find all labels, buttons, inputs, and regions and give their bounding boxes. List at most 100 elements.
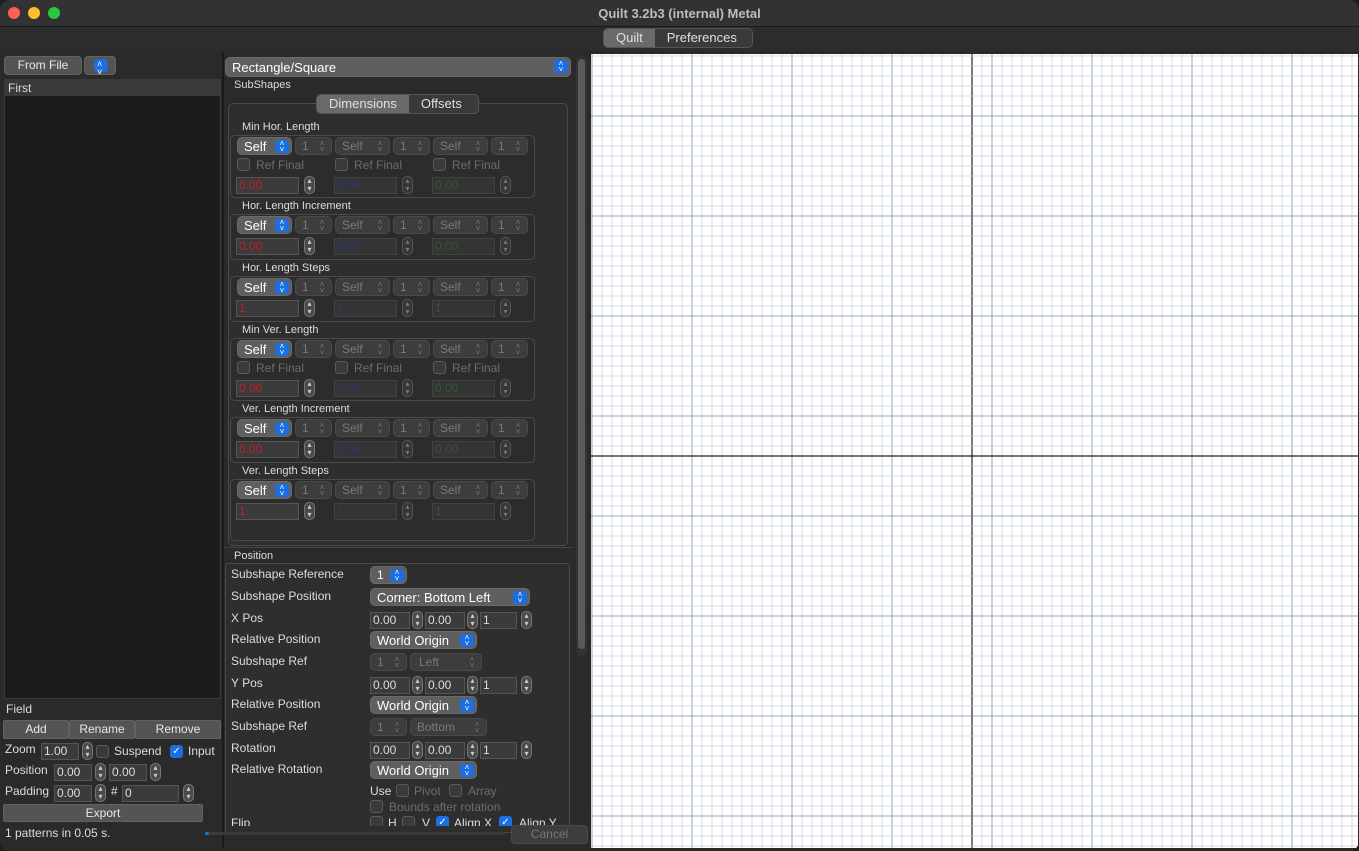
ref-index-select[interactable]: 1 ˄ ˅ xyxy=(295,419,332,437)
ref-index-select[interactable]: 1 ˄ ˅ xyxy=(393,278,430,296)
ref-select[interactable]: Self ˄ ˅ xyxy=(237,481,292,499)
dimension-value-input[interactable]: 1 xyxy=(432,503,495,520)
dimension-value-stepper[interactable]: ▴ ▾ xyxy=(304,440,315,458)
dimension-value-input[interactable]: 0.00 xyxy=(334,238,397,255)
ref-final-checkbox[interactable] xyxy=(433,158,446,171)
from-file-menu[interactable]: ˄ ˅ xyxy=(84,56,116,77)
dimension-value-stepper[interactable]: ▴ ▾ xyxy=(500,237,511,255)
ref-index-select[interactable]: 1 ˄ ˅ xyxy=(295,137,332,155)
dimension-value-input[interactable]: 1 xyxy=(236,503,299,520)
ref-index-select[interactable]: 1 ˄ ˅ xyxy=(491,137,528,155)
tab-preferences[interactable]: Preferences xyxy=(655,29,749,47)
xpos-input-c[interactable]: 1 xyxy=(480,612,517,629)
ref-select-dim[interactable]: Self ˄ ˅ xyxy=(433,340,488,358)
dimension-value-input[interactable]: 0.00 xyxy=(236,441,299,458)
hash-stepper[interactable]: ▴ ▾ xyxy=(183,784,194,802)
padding-input[interactable]: 0.00 xyxy=(54,785,92,802)
scrollbar-track[interactable] xyxy=(576,56,587,656)
ref-index-select[interactable]: 1 ˄ ˅ xyxy=(393,419,430,437)
pattern-list[interactable]: First xyxy=(4,79,221,699)
subshape-position-select[interactable]: Corner: Bottom Left ˄ ˅ xyxy=(370,588,530,606)
ypos-stepper-c[interactable]: ▴ ▾ xyxy=(521,676,532,694)
ref-select-dim[interactable]: Self ˄ ˅ xyxy=(335,481,390,499)
shape-type-select[interactable]: Rectangle/Square ˄ ˅ xyxy=(225,57,571,77)
from-file-button[interactable]: From File xyxy=(4,56,82,75)
zoom-input[interactable]: 1.00 xyxy=(41,743,79,760)
scrollbar-thumb[interactable] xyxy=(578,59,585,649)
subref2-num-select[interactable]: 1 ˄ ˅ xyxy=(370,718,407,736)
ref-index-select[interactable]: 1 ˄ ˅ xyxy=(393,340,430,358)
ref-select-dim[interactable]: Self ˄ ˅ xyxy=(335,216,390,234)
dimension-value-input[interactable]: 0.00 xyxy=(334,177,397,194)
padding-stepper[interactable]: ▴ ▾ xyxy=(95,784,106,802)
subref1-num-select[interactable]: 1 ˄ ˅ xyxy=(370,653,407,671)
xpos-stepper-c[interactable]: ▴ ▾ xyxy=(521,611,532,629)
tab-dimensions[interactable]: Dimensions xyxy=(317,95,409,113)
dimension-value-input[interactable]: 0.00 xyxy=(236,177,299,194)
rotation-input-c[interactable]: 1 xyxy=(480,742,517,759)
xpos-stepper-b[interactable]: ▴ ▾ xyxy=(467,611,478,629)
ref-final-checkbox[interactable] xyxy=(237,361,250,374)
ref-index-select[interactable]: 1 ˄ ˅ xyxy=(393,137,430,155)
tab-offsets[interactable]: Offsets xyxy=(409,95,474,113)
pattern-canvas[interactable] xyxy=(591,54,1358,848)
export-button[interactable]: Export xyxy=(3,804,203,822)
ypos-input-c[interactable]: 1 xyxy=(480,677,517,694)
dimension-value-stepper[interactable]: ▴ ▾ xyxy=(500,299,511,317)
zoom-stepper[interactable]: ▴ ▾ xyxy=(82,742,93,760)
rotation-input-a[interactable]: 0.00 xyxy=(370,742,410,759)
list-header[interactable]: First xyxy=(5,80,220,96)
ref-select-dim[interactable]: Self ˄ ˅ xyxy=(335,340,390,358)
hash-input[interactable]: 0 xyxy=(122,785,179,802)
dimension-value-stepper[interactable]: ▴ ▾ xyxy=(304,379,315,397)
rotation-stepper-c[interactable]: ▴ ▾ xyxy=(521,741,532,759)
splitter[interactable] xyxy=(222,52,224,848)
ref-index-select[interactable]: 1 ˄ ˅ xyxy=(491,340,528,358)
dimension-value-stepper[interactable]: ▴ ▾ xyxy=(402,440,413,458)
add-button[interactable]: Add xyxy=(3,720,69,739)
flip-v-checkbox[interactable] xyxy=(402,816,415,826)
ref-index-select[interactable]: 1 ˄ ˅ xyxy=(393,216,430,234)
ref-index-select[interactable]: 1 ˄ ˅ xyxy=(295,340,332,358)
dimension-value-input[interactable]: 1 xyxy=(236,300,299,317)
ref-index-select[interactable]: 1 ˄ ˅ xyxy=(295,278,332,296)
ref-final-checkbox[interactable] xyxy=(335,361,348,374)
dimension-value-stepper[interactable]: ▴ ▾ xyxy=(500,176,511,194)
position-x-stepper[interactable]: ▴ ▾ xyxy=(95,763,106,781)
dimension-value-stepper[interactable]: ▴ ▾ xyxy=(402,237,413,255)
relpos1-select[interactable]: World Origin ˄ ˅ xyxy=(370,631,477,649)
rename-button[interactable]: Rename xyxy=(69,720,135,739)
dimension-value-input[interactable]: 0.00 xyxy=(236,238,299,255)
dimension-value-stepper[interactable]: ▴ ▾ xyxy=(402,502,413,520)
ref-select-dim[interactable]: Self ˄ ˅ xyxy=(433,419,488,437)
dimension-value-stepper[interactable]: ▴ ▾ xyxy=(402,379,413,397)
dimension-value-input[interactable]: 1 xyxy=(432,300,495,317)
ref-select-dim[interactable]: Self ˄ ˅ xyxy=(433,137,488,155)
relpos2-select[interactable]: World Origin ˄ ˅ xyxy=(370,696,477,714)
dimension-value-input[interactable]: 1 xyxy=(334,300,397,317)
cancel-button[interactable]: Cancel xyxy=(511,825,588,844)
input-checkbox[interactable]: ✓ xyxy=(170,745,183,758)
dimension-value-stepper[interactable]: ▴ ▾ xyxy=(500,379,511,397)
ref-index-select[interactable]: 1 ˄ ˅ xyxy=(491,481,528,499)
dimension-value-stepper[interactable]: ▴ ▾ xyxy=(304,299,315,317)
xpos-input-a[interactable]: 0.00 xyxy=(370,612,410,629)
ref-final-checkbox[interactable] xyxy=(237,158,250,171)
dimension-value-stepper[interactable]: ▴ ▾ xyxy=(402,299,413,317)
ref-select-dim[interactable]: Self ˄ ˅ xyxy=(335,278,390,296)
ref-select-dim[interactable]: Self ˄ ˅ xyxy=(335,419,390,437)
dimension-value-stepper[interactable]: ▴ ▾ xyxy=(304,237,315,255)
align-y-checkbox[interactable]: ✓ xyxy=(499,816,512,826)
dimension-value-stepper[interactable]: ▴ ▾ xyxy=(500,502,511,520)
remove-button[interactable]: Remove xyxy=(135,720,221,739)
ref-select-dim[interactable]: Self ˄ ˅ xyxy=(433,216,488,234)
ref-select[interactable]: Self ˄ ˅ xyxy=(237,419,292,437)
ypos-input-a[interactable]: 0.00 xyxy=(370,677,410,694)
ref-index-select[interactable]: 1 ˄ ˅ xyxy=(295,481,332,499)
ref-select[interactable]: Self ˄ ˅ xyxy=(237,216,292,234)
array-checkbox[interactable] xyxy=(449,784,462,797)
ref-index-select[interactable]: 1 ˄ ˅ xyxy=(491,419,528,437)
ref-final-checkbox[interactable] xyxy=(335,158,348,171)
dimension-value-input[interactable]: 0.00 xyxy=(334,380,397,397)
ref-select-dim[interactable]: Self ˄ ˅ xyxy=(433,278,488,296)
